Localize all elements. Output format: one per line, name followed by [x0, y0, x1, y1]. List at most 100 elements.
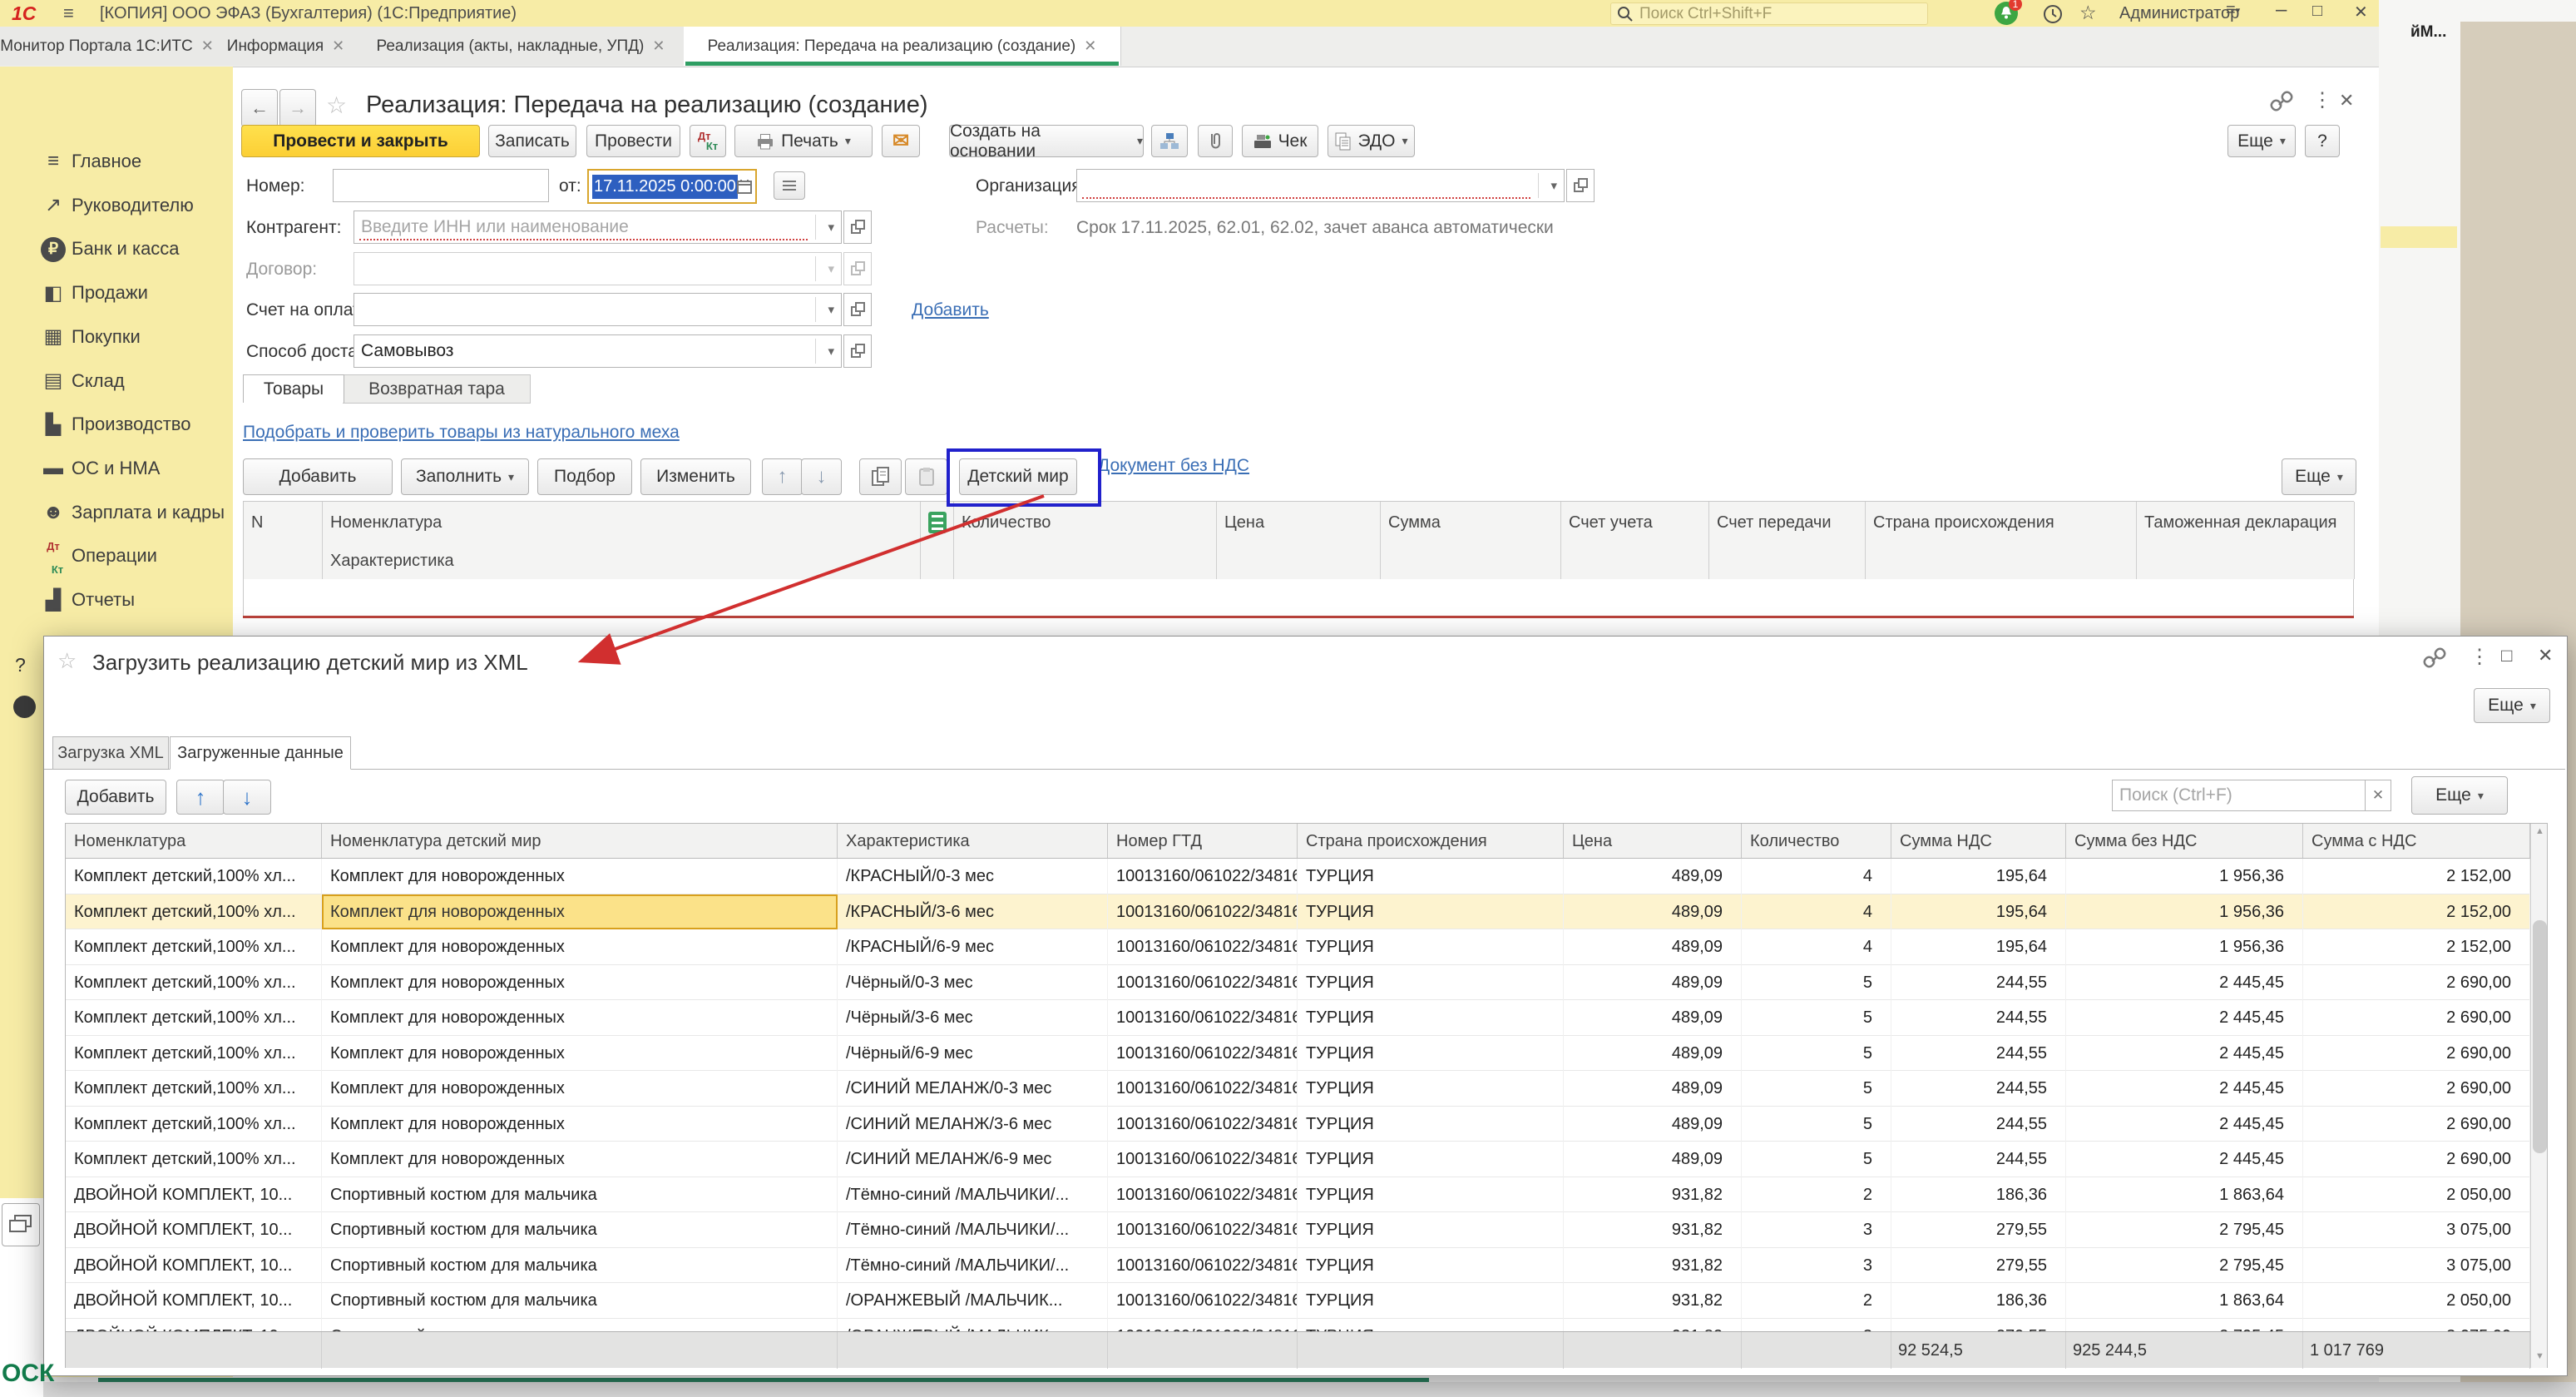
table-cell[interactable]: /Тёмно-синий /МАЛЬЧИКИ/...	[838, 1177, 1108, 1213]
sidebar-item-7[interactable]: ▙Производство	[0, 404, 233, 445]
goods-edit-button[interactable]: Изменить	[640, 458, 751, 495]
dialog-table-header-9[interactable]: Сумма без НДС	[2066, 824, 2303, 859]
attach-button[interactable]	[1198, 125, 1233, 157]
window-tab[interactable]: Реализация (акты, накладные, УПД)✕	[358, 27, 685, 66]
scroll-up-icon[interactable]: ▲	[2531, 826, 2549, 836]
table-cell[interactable]: 2 690,00	[2303, 1000, 2530, 1036]
window-tab[interactable]: Реализация: Передача на реализацию (созд…	[684, 27, 1121, 66]
table-cell[interactable]: 195,64	[1891, 859, 2066, 894]
sidebar-item-5[interactable]: ▦Покупки	[0, 316, 233, 358]
sidebar-item-6[interactable]: ▤Склад	[0, 360, 233, 402]
favorites-star-icon[interactable]: ☆	[2079, 2, 2097, 24]
table-cell[interactable]: 2 690,00	[2303, 1142, 2530, 1177]
counterparty-dropdown-icon[interactable]: ▾	[828, 220, 834, 235]
dialog-table-header-5[interactable]: Страна происхождения	[1298, 824, 1564, 859]
table-cell[interactable]: 4	[1742, 894, 1891, 930]
receipt-button[interactable]: Чек	[1242, 125, 1318, 157]
goods-table[interactable]: NНоменклатураХарактеристикаКоличествоЦен…	[243, 501, 2354, 618]
table-cell[interactable]: /Чёрный/6-9 мес	[838, 1036, 1108, 1072]
table-cell[interactable]: 2 445,45	[2066, 1036, 2303, 1072]
table-cell[interactable]: 5	[1742, 965, 1891, 1001]
org-open-button[interactable]	[1566, 169, 1595, 202]
table-cell[interactable]: Комплект для новорожденных	[322, 965, 838, 1001]
table-cell[interactable]: 489,09	[1564, 1071, 1742, 1107]
table-row[interactable]: ДВОЙНОЙ КОМПЛЕКТ, 10...Спортивный костюм…	[66, 1248, 2530, 1284]
sidebar-item-3[interactable]: ₽Банк и касса	[0, 228, 233, 270]
table-cell[interactable]: /СИНИЙ МЕЛАНЖ/6-9 мес	[838, 1142, 1108, 1177]
table-cell[interactable]: 2 795,45	[2066, 1212, 2303, 1248]
table-cell[interactable]: ДВОЙНОЙ КОМПЛЕКТ, 10...	[66, 1212, 322, 1248]
table-cell[interactable]: 5	[1742, 1107, 1891, 1142]
detsky-mir-button[interactable]: Детский мир	[959, 458, 1077, 495]
table-row[interactable]: Комплект детский,100% хл...Комплект для …	[66, 929, 2530, 965]
table-cell[interactable]: 2 690,00	[2303, 965, 2530, 1001]
table-cell[interactable]: Комплект детский,100% хл...	[66, 894, 322, 930]
table-cell[interactable]: 3 075,00	[2303, 1248, 2530, 1284]
envelope-button[interactable]: ✉	[882, 125, 920, 157]
date-input[interactable]: 17.11.2025 0:00:00	[587, 169, 757, 204]
dialog-table-header-4[interactable]: Номер ГТД	[1108, 824, 1298, 859]
goods-fill-button[interactable]: Заполнить▾	[401, 458, 529, 495]
table-cell[interactable]: ТУРЦИЯ	[1298, 1000, 1564, 1036]
tab-close-icon[interactable]: ✕	[332, 37, 344, 55]
dialog-tab-loaded-data[interactable]: Загруженные данные	[170, 736, 351, 770]
table-cell[interactable]: ТУРЦИЯ	[1298, 929, 1564, 965]
dialog-table-header-7[interactable]: Количество	[1742, 824, 1891, 859]
sidebar-item-2[interactable]: ↗Руководителю	[0, 185, 233, 226]
table-cell[interactable]: Комплект для новорожденных	[322, 1071, 838, 1107]
copy-rows-button[interactable]	[859, 458, 902, 495]
table-cell[interactable]: ТУРЦИЯ	[1298, 1248, 1564, 1284]
goods-select-button[interactable]: Подбор	[537, 458, 632, 495]
table-cell[interactable]: 10013160/061022/3481659	[1108, 1000, 1298, 1036]
table-cell[interactable]: 279,55	[1891, 1319, 2066, 1332]
table-cell[interactable]: 10013160/061022/3481659	[1108, 1036, 1298, 1072]
maximize-icon[interactable]: □	[2312, 2, 2322, 21]
dialog-table-header-6[interactable]: Цена	[1564, 824, 1742, 859]
service-dot-icon[interactable]	[13, 696, 36, 718]
table-cell[interactable]: ТУРЦИЯ	[1298, 894, 1564, 930]
table-cell[interactable]: /Чёрный/3-6 мес	[838, 1000, 1108, 1036]
counterparty-open-button[interactable]	[843, 211, 872, 244]
table-row[interactable]: ДВОЙНОЙ КОМПЛЕКТ, 10...Спортивный костюм…	[66, 1212, 2530, 1248]
sidebar-item-4[interactable]: ◧Продажи	[0, 272, 233, 314]
table-row[interactable]: Комплект детский,100% хл...Комплект для …	[66, 1107, 2530, 1142]
dialog-table-header-2[interactable]: Номенклатура детский мир	[322, 824, 838, 859]
table-cell[interactable]: 1 863,64	[2066, 1283, 2303, 1319]
table-cell[interactable]: 10013160/061022/3481659	[1108, 1248, 1298, 1284]
history-icon[interactable]	[2042, 3, 2064, 25]
table-row[interactable]: ДВОЙНОЙ КОМПЛЕКТ, 10...Спортивный костюм…	[66, 1283, 2530, 1319]
org-dropdown-icon[interactable]: ▾	[1550, 178, 1557, 193]
table-cell[interactable]: Комплект для новорожденных	[322, 1036, 838, 1072]
table-cell[interactable]: 489,09	[1564, 1036, 1742, 1072]
table-cell[interactable]: Спортивный костюм для мальчика	[322, 1283, 838, 1319]
row-down-button[interactable]: ↓	[801, 458, 842, 495]
table-cell[interactable]: /КРАСНЫЙ/6-9 мес	[838, 929, 1108, 965]
dialog-maximize-icon[interactable]: □	[2501, 645, 2512, 666]
table-cell[interactable]: 2 445,45	[2066, 965, 2303, 1001]
minimize-icon[interactable]: –	[2276, 0, 2287, 22]
back-button[interactable]: ←	[241, 89, 278, 127]
table-cell[interactable]: Комплект детский,100% хл...	[66, 1036, 322, 1072]
form-menu-dots-icon[interactable]: ⋮	[2312, 88, 2332, 112]
table-cell[interactable]: 3 075,00	[2303, 1212, 2530, 1248]
table-cell[interactable]: ТУРЦИЯ	[1298, 1071, 1564, 1107]
dtkt-button[interactable]: ДтКт	[690, 125, 726, 157]
table-cell[interactable]: 2 050,00	[2303, 1177, 2530, 1213]
table-cell[interactable]: 244,55	[1891, 1142, 2066, 1177]
scroll-down-icon[interactable]: ▼	[2531, 1351, 2549, 1361]
table-cell[interactable]: Комплект детский,100% хл...	[66, 929, 322, 965]
dialog-row-down-button[interactable]: ↓	[223, 780, 271, 815]
selected-cell[interactable]: Комплект для новорожденных	[322, 894, 838, 930]
table-cell[interactable]: Комплект детский,100% хл...	[66, 859, 322, 894]
help-button[interactable]: ?	[2305, 125, 2340, 157]
table-cell[interactable]: 3	[1742, 1248, 1891, 1284]
table-cell[interactable]: ДВОЙНОЙ КОМПЛЕКТ, 10...	[66, 1283, 322, 1319]
table-cell[interactable]: 244,55	[1891, 1071, 2066, 1107]
table-cell[interactable]: 3 075,00	[2303, 1319, 2530, 1332]
goods-add-button[interactable]: Добавить	[243, 458, 393, 495]
forward-button[interactable]: →	[279, 89, 316, 127]
table-cell[interactable]: 2 152,00	[2303, 859, 2530, 894]
table-cell[interactable]: ТУРЦИЯ	[1298, 1142, 1564, 1177]
table-row[interactable]: Комплект детский,100% хл...Комплект для …	[66, 894, 2530, 930]
table-cell[interactable]: /КРАСНЫЙ/3-6 мес	[838, 894, 1108, 930]
